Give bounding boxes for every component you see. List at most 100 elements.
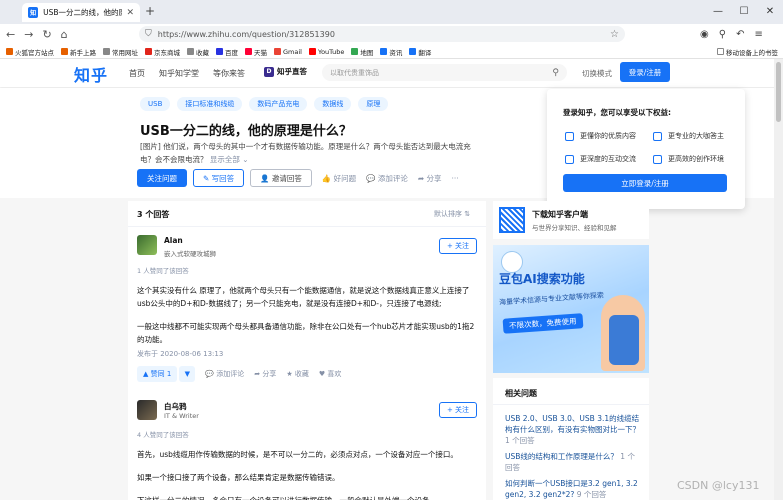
nav-waiting[interactable]: 等你来答 bbox=[213, 68, 245, 79]
bookmark-item[interactable]: 京东商城 bbox=[145, 47, 180, 57]
search-input[interactable]: 以取代贵重饰品 ⚲ bbox=[322, 64, 567, 81]
avatar[interactable] bbox=[137, 235, 157, 255]
mobile-bookmarks[interactable]: 移动设备上的书签 bbox=[717, 44, 778, 59]
bookmark-icon bbox=[409, 48, 417, 55]
topic-tag[interactable]: 原理 bbox=[358, 97, 389, 111]
like-button[interactable]: ♥ 喜欢 bbox=[319, 369, 342, 379]
bookmark-item[interactable]: 收藏 bbox=[187, 47, 209, 57]
bookmark-item[interactable]: 翻译 bbox=[409, 47, 431, 57]
question-actions: 关注问题 ✎ 写回答 👤 邀请回答 👍 好问题 💬 添加评论 ➦ 分享 ··· bbox=[137, 169, 459, 187]
share-button[interactable]: ➦ 分享 bbox=[254, 369, 276, 379]
login-button[interactable]: 登录/注册 bbox=[620, 62, 670, 82]
answer-paragraph: 一般这中线都不可能实现两个母头都具备通信功能，除非在公口处有一个hub芯片才能实… bbox=[137, 322, 475, 344]
author-name[interactable]: Alan bbox=[164, 236, 183, 245]
topic-tag[interactable]: 接口标准和线缆 bbox=[177, 97, 243, 111]
answer-paragraph: 如果一个接口接了两个设备，那么结果肯定是数据传输错误。 bbox=[137, 473, 340, 482]
topic-tag[interactable]: 数码产品充电 bbox=[249, 97, 308, 111]
bookmark-item[interactable]: 百度 bbox=[216, 47, 238, 57]
back-icon[interactable]: ← bbox=[6, 28, 15, 41]
history-icon[interactable]: ↶ bbox=[736, 29, 744, 40]
bookmark-item[interactable]: Gmail bbox=[274, 48, 302, 56]
zhida-icon: D bbox=[264, 66, 274, 77]
answer-paragraph: 下这样一分二的情况，多会只有一个设备可以进行数据传输，一般会默认是外端一个设备。 bbox=[137, 494, 479, 500]
perk-item: 更专业的大咖答主 bbox=[653, 131, 724, 141]
switch-mode-button[interactable]: 切换模式 bbox=[582, 68, 612, 79]
bookmark-item[interactable]: 天猫 bbox=[245, 47, 267, 57]
bookmark-icon bbox=[187, 48, 194, 55]
bookmark-icon bbox=[216, 48, 223, 55]
avatar[interactable] bbox=[137, 400, 157, 420]
show-all-link[interactable]: 显示全部 ⌄ bbox=[210, 155, 249, 164]
search-icon[interactable]: ⚲ bbox=[552, 68, 559, 78]
collect-button[interactable]: ★ 收藏 bbox=[286, 369, 309, 379]
related-question[interactable]: USB 2.0、USB 3.0、USB 3.1的线缆结构有什么区别，有没有实物图… bbox=[505, 413, 640, 446]
bookmark-icon bbox=[380, 48, 388, 55]
good-question-button[interactable]: 👍 好问题 bbox=[322, 173, 356, 184]
invite-answer-button[interactable]: 👤 邀请回答 bbox=[250, 169, 312, 187]
ad-banner[interactable] bbox=[493, 245, 649, 373]
nav-xuetang[interactable]: 知乎知学堂 bbox=[159, 68, 199, 79]
divider bbox=[128, 226, 486, 227]
minimize-icon[interactable]: — bbox=[705, 0, 731, 24]
topic-tag[interactable]: 数据线 bbox=[314, 97, 352, 111]
bookmark-item[interactable]: 资讯 bbox=[380, 47, 402, 57]
bookmark-item[interactable]: 新手上路 bbox=[61, 47, 96, 57]
write-answer-button[interactable]: ✎ 写回答 bbox=[193, 169, 245, 187]
close-window-icon[interactable]: ✕ bbox=[757, 0, 783, 24]
zhihu-logo[interactable]: 知乎 bbox=[74, 62, 108, 86]
bookmark-item[interactable]: 火狐官方站点 bbox=[6, 47, 54, 57]
folder-icon bbox=[717, 48, 724, 55]
author-bio: 嵌入式软硬攻城狮 bbox=[164, 250, 216, 258]
topic-tags: USB 接口标准和线缆 数码产品充电 数据线 原理 bbox=[140, 97, 389, 111]
follow-author-button[interactable]: + 关注 bbox=[439, 402, 477, 418]
extensions-icon[interactable]: ⚲ bbox=[719, 29, 726, 40]
maximize-icon[interactable]: ☐ bbox=[731, 0, 757, 24]
divider bbox=[493, 404, 649, 405]
reload-icon[interactable]: ↻ bbox=[42, 28, 51, 41]
bookmark-item[interactable]: 常用网址 bbox=[103, 47, 138, 57]
content-icon bbox=[565, 131, 574, 141]
bookmark-item[interactable]: 地图 bbox=[351, 47, 373, 57]
chat-icon bbox=[565, 154, 574, 164]
bookmark-icon bbox=[274, 48, 281, 55]
download-subtitle: 与世界分享知识、经验和见解 bbox=[532, 224, 617, 232]
scrollbar-thumb[interactable] bbox=[776, 62, 781, 122]
new-tab-button[interactable]: + bbox=[145, 4, 155, 18]
author-name[interactable]: 白乌鸦 bbox=[164, 401, 187, 412]
url-text: https://www.zhihu.com/question/312851390 bbox=[157, 29, 335, 39]
follow-author-button[interactable]: + 关注 bbox=[439, 238, 477, 254]
home-icon[interactable]: ⌂ bbox=[61, 28, 68, 41]
scrollbar[interactable] bbox=[774, 59, 783, 500]
follow-question-button[interactable]: 关注问题 bbox=[137, 169, 187, 187]
question-description: [图片] 他们说，两个母头的其中一个才有数据传输功能。原理是什么？两个母头能否达… bbox=[140, 142, 471, 164]
zhida-link[interactable]: D 知乎直答 bbox=[264, 66, 307, 77]
shield-icon[interactable]: ⛉ bbox=[145, 29, 152, 39]
nav-home[interactable]: 首页 bbox=[129, 68, 145, 79]
answer-actions: ▲ 赞同 1 ▼ 💬 添加评论 ➦ 分享 ★ 收藏 ♥ 喜欢 bbox=[137, 366, 341, 382]
comment-button[interactable]: 💬 添加评论 bbox=[205, 369, 244, 379]
related-question[interactable]: 如何判断一个USB接口是3.2 gen1, 3.2 gen2, 3.2 gen2… bbox=[505, 478, 640, 500]
add-comment-button[interactable]: 💬 添加评论 bbox=[366, 173, 408, 184]
popup-login-button[interactable]: 立即登录/注册 bbox=[563, 174, 727, 192]
expert-icon bbox=[653, 131, 662, 141]
banner-figure bbox=[609, 315, 639, 365]
downvote-button[interactable]: ▼ bbox=[179, 366, 196, 382]
perk-item: 更深度的互动交流 bbox=[565, 154, 636, 164]
account-icon[interactable]: ◉ bbox=[700, 29, 709, 40]
share-button[interactable]: ➦ 分享 bbox=[418, 173, 442, 184]
banner-title: 豆包AI搜索功能 bbox=[499, 272, 585, 286]
perk-item: 更懂你的优质内容 bbox=[565, 131, 636, 141]
sort-dropdown[interactable]: 默认排序 ⇅ bbox=[434, 209, 470, 219]
vote-summary: 1 人赞同了该回答 bbox=[137, 267, 189, 275]
address-bar[interactable]: ⛉ https://www.zhihu.com/question/3128513… bbox=[139, 26, 625, 42]
related-question[interactable]: USB线的结构和工作原理是什么？ 1 个回答 bbox=[505, 451, 640, 473]
upvote-button[interactable]: ▲ 赞同 1 bbox=[137, 366, 178, 382]
bookmark-star-icon[interactable]: ☆ bbox=[610, 29, 619, 40]
menu-icon[interactable]: ≡ bbox=[754, 29, 762, 40]
browser-tab[interactable]: 知 USB一分二的线，他的原理是什 ✕ bbox=[22, 3, 140, 22]
forward-icon[interactable]: → bbox=[24, 28, 33, 41]
tab-close-icon[interactable]: ✕ bbox=[126, 8, 134, 18]
topic-tag[interactable]: USB bbox=[140, 97, 171, 111]
more-icon[interactable]: ··· bbox=[452, 174, 459, 183]
bookmark-item[interactable]: YouTube bbox=[308, 48, 344, 56]
